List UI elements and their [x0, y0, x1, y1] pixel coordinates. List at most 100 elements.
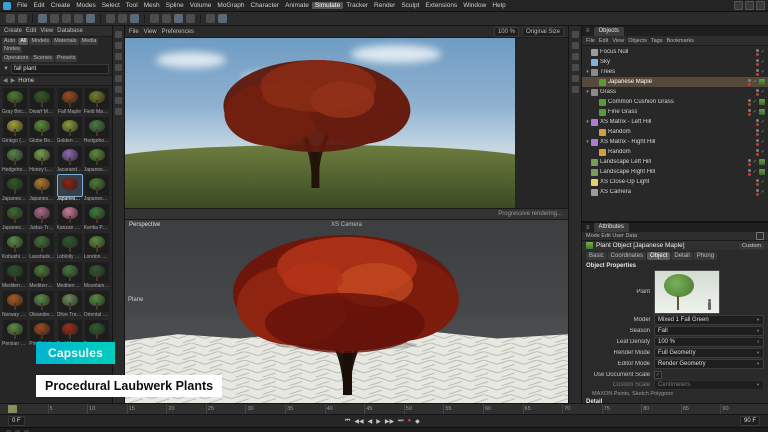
layers-icon[interactable]	[572, 86, 579, 93]
asset-item[interactable]: Mountain Pine (Fall Plant)	[84, 262, 110, 290]
app-logo-icon[interactable]	[3, 2, 11, 10]
render-active-view-icon[interactable]	[118, 14, 127, 23]
timeline-tick[interactable]: 50	[404, 404, 444, 414]
live-selection-icon[interactable]	[38, 14, 47, 23]
timeline-tick[interactable]: 60	[483, 404, 523, 414]
goto-end-icon[interactable]: ⏭	[398, 418, 403, 425]
asset-item[interactable]: Lacebark Pine (Fall Plant)	[29, 233, 55, 261]
enabled-check-icon[interactable]: ✓	[753, 169, 757, 175]
enabled-check-icon[interactable]: ✓	[761, 179, 765, 185]
objects-menu-edit[interactable]: Edit	[599, 38, 608, 44]
timeline-tick[interactable]: 5	[48, 404, 88, 414]
object-row[interactable]: ▾XS Matrix - Left Hill✓	[582, 117, 768, 127]
editor-visibility-dot[interactable]	[748, 79, 751, 82]
visibility-dots[interactable]	[748, 169, 751, 176]
asset-item[interactable]: Kanzan Cherry (Fall Plant)	[57, 204, 83, 232]
workplane-icon[interactable]	[174, 14, 183, 23]
object-row[interactable]: XS Close-Up Light✓	[582, 177, 768, 187]
asset-browser-icon[interactable]	[572, 53, 579, 60]
last-tool-icon[interactable]	[86, 14, 95, 23]
render-visibility-dot[interactable]	[756, 183, 759, 186]
material-tag-icon[interactable]	[759, 79, 765, 85]
enabled-check-icon[interactable]: ✓	[761, 49, 765, 55]
lock-icon[interactable]	[756, 232, 764, 240]
asset-item[interactable]: Persian Silk Tree (Fall Plant)	[2, 320, 28, 348]
asset-item[interactable]: Loblolly Bay (Fall Plant)	[57, 233, 83, 261]
zoom-level[interactable]: 100 %	[494, 27, 519, 37]
fit-mode-dropdown[interactable]: Original Size	[522, 27, 564, 37]
expand-arrow-icon[interactable]: ▾	[584, 119, 591, 125]
visibility-dots[interactable]	[756, 129, 759, 136]
record-icon[interactable]: ●	[407, 418, 411, 424]
chip-auto[interactable]: Auto	[2, 38, 17, 45]
breadcrumb[interactable]: Home	[18, 78, 34, 84]
asset-item[interactable]: Ginkgo (Fall Plant)	[2, 117, 28, 145]
render-visibility-dot[interactable]	[756, 53, 759, 56]
menu-spline[interactable]: Spline	[163, 2, 187, 9]
timeline-tick[interactable]: 20	[166, 404, 206, 414]
asset-item[interactable]: Norway Maple (Fall Plant)	[2, 291, 28, 319]
attr-model-field[interactable]: Mixed 1 Fall Green▼	[654, 315, 764, 325]
visibility-dots[interactable]	[748, 159, 751, 166]
layout-preset-3-icon[interactable]	[756, 1, 765, 10]
asset-item[interactable]: Field Maple (Fall Plant)	[84, 88, 110, 116]
next-key-icon[interactable]: ▶▶	[385, 418, 394, 425]
texture-mode-icon[interactable]	[115, 53, 122, 60]
timeline-tick[interactable]: 10	[87, 404, 127, 414]
render-visibility-dot[interactable]	[756, 93, 759, 96]
editor-visibility-dot[interactable]	[748, 99, 751, 102]
tab-objects[interactable]: Objects	[594, 27, 624, 36]
material-tag-icon[interactable]	[759, 159, 765, 165]
editor-visibility-dot[interactable]	[756, 49, 759, 52]
object-row[interactable]: Random✓	[582, 147, 768, 157]
object-row[interactable]: Japanese Maple✓	[582, 77, 768, 87]
asset-item[interactable]: Gray Birch (Fall Plant)	[2, 88, 28, 116]
make-editable-icon[interactable]	[115, 31, 122, 38]
keyframe-icon[interactable]: ◆	[415, 418, 420, 425]
rotate-icon[interactable]	[74, 14, 83, 23]
asset-item[interactable]: Mediterranean Cypress (Fall Plant)	[2, 262, 28, 290]
menu-create[interactable]: Create	[48, 2, 74, 9]
asset-item[interactable]: Mediterranean Capsule (Fall Plant)	[29, 262, 55, 290]
material-manager-icon[interactable]	[572, 42, 579, 49]
editor-visibility-dot[interactable]	[748, 169, 751, 172]
menu-tracker[interactable]: Tracker	[343, 2, 371, 9]
enabled-check-icon[interactable]: ✓	[761, 119, 765, 125]
object-row[interactable]: Landscape Right Hill✓	[582, 167, 768, 177]
menu-modes[interactable]: Modes	[73, 2, 99, 9]
object-row[interactable]: ▾Grass✓	[582, 87, 768, 97]
visibility-dots[interactable]	[756, 59, 759, 66]
timeline-tick[interactable]: 90	[720, 404, 760, 414]
timeline-tick[interactable]: 15	[127, 404, 167, 414]
asset-item[interactable]: Hedgehog Agave (Fall Plant)	[84, 117, 110, 145]
asset-item[interactable]: Hedgehog Agave Spirit (Fall Plant)	[2, 146, 28, 174]
search-input[interactable]: fall plant	[11, 64, 109, 74]
visibility-dots[interactable]	[756, 119, 759, 126]
render-visibility-dot[interactable]	[756, 193, 759, 196]
timeline-tick[interactable]: 70	[562, 404, 602, 414]
timeline-tick[interactable]: 65	[523, 404, 563, 414]
asset-item[interactable]: Oriental Plane (Fall Plant)	[84, 291, 110, 319]
expand-arrow-icon[interactable]: ▾	[584, 69, 591, 75]
editor-visibility-dot[interactable]	[756, 89, 759, 92]
enabled-check-icon[interactable]: ✓	[753, 159, 757, 165]
expand-arrow-icon[interactable]: ▾	[584, 89, 591, 95]
viewport-divider[interactable]: Progressive rendering...	[125, 208, 568, 220]
asset-menu-view[interactable]: View	[40, 28, 53, 34]
polygons-mode-icon[interactable]	[115, 86, 122, 93]
gravity-icon[interactable]	[218, 14, 227, 23]
render-visibility-dot[interactable]	[748, 83, 751, 86]
enabled-check-icon[interactable]: ✓	[761, 89, 765, 95]
model-mode-icon[interactable]	[115, 42, 122, 49]
editor-visibility-dot[interactable]	[756, 149, 759, 152]
playhead[interactable]	[8, 405, 17, 413]
chip-scenes[interactable]: Scenes	[31, 55, 53, 62]
render-visibility-dot[interactable]	[748, 113, 751, 116]
menu-mesh[interactable]: Mesh	[141, 2, 163, 9]
render-menu-preferences[interactable]: Preferences	[162, 29, 194, 35]
visibility-dots[interactable]	[756, 49, 759, 56]
scale-icon[interactable]	[62, 14, 71, 23]
attr-tab-coordinates[interactable]: Coordinates	[608, 252, 646, 260]
editor-visibility-dot[interactable]	[756, 69, 759, 72]
object-row[interactable]: Sky✓	[582, 57, 768, 67]
